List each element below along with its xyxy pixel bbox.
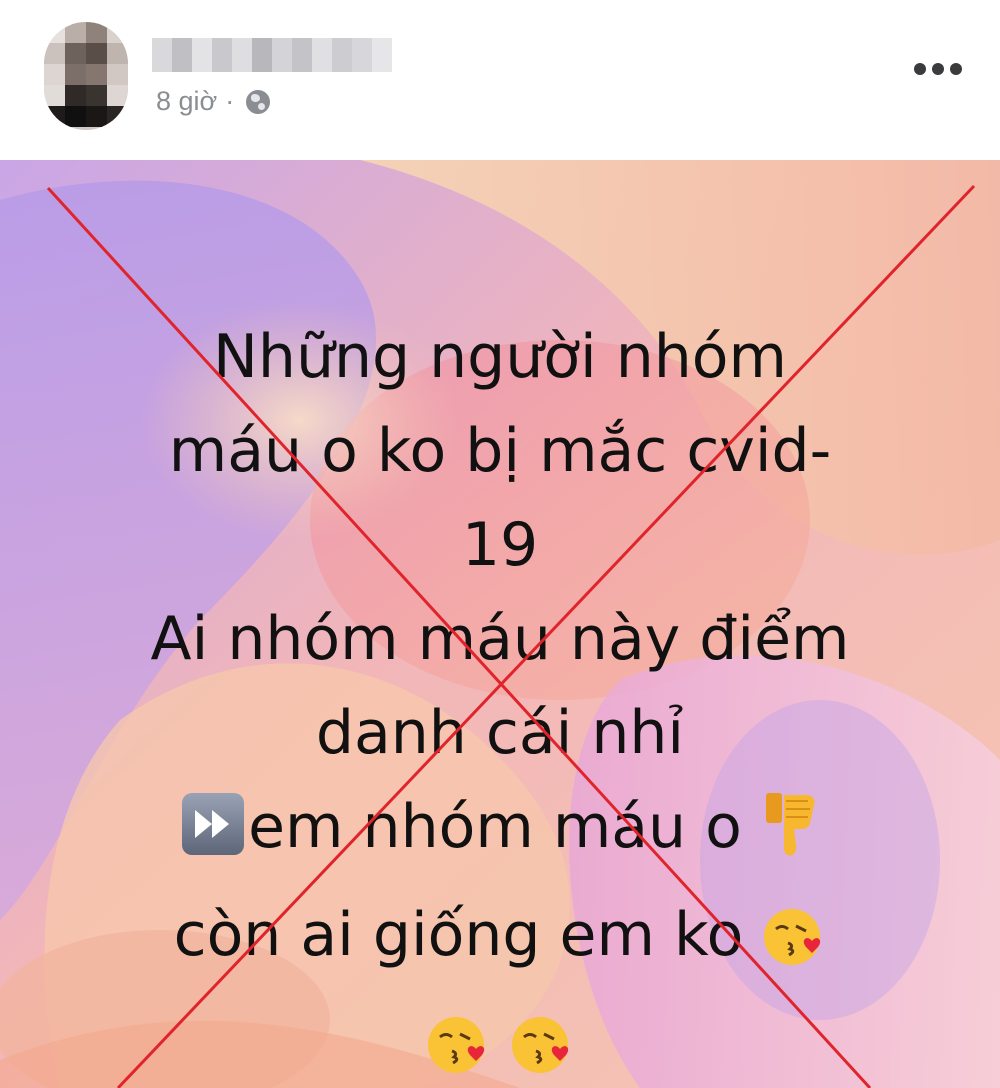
- meta-separator: ·: [225, 86, 235, 116]
- status-line-4: Ai nhóm máu này điểm: [150, 604, 850, 674]
- status-line-3: 19: [461, 510, 539, 580]
- kissing-face-icon: [426, 1010, 490, 1088]
- status-line-8: [60, 996, 940, 1088]
- status-text: Những người nhóm máu o ko bị mắc cvid- 1…: [60, 310, 940, 1088]
- status-line-7-text: còn ai giống em ko: [173, 900, 744, 970]
- status-line-1: Những người nhóm: [213, 322, 787, 392]
- status-line-7: còn ai giống em ko: [60, 888, 940, 996]
- facebook-post: 8 giờ · Những người nhóm máu o ko bị mắc…: [0, 0, 1000, 1088]
- more-options-icon[interactable]: [914, 62, 962, 76]
- thumbs-down-icon: [764, 791, 818, 888]
- post-image[interactable]: Những người nhóm máu o ko bị mắc cvid- 1…: [0, 160, 1000, 1088]
- post-timestamp[interactable]: 8 giờ: [156, 86, 217, 117]
- avatar[interactable]: [44, 22, 128, 130]
- status-line-6-text: em nhóm máu o: [248, 792, 742, 862]
- post-header: 8 giờ ·: [0, 0, 1000, 160]
- status-line-2: máu o ko bị mắc cvid-: [168, 416, 832, 486]
- kissing-face-icon: [762, 902, 826, 996]
- kissing-face-icon: [510, 1010, 574, 1088]
- fast-forward-icon: [182, 793, 245, 855]
- globe-icon: [246, 89, 271, 114]
- post-meta: 8 giờ ·: [156, 86, 271, 117]
- status-line-5: danh cái nhỉ: [315, 698, 685, 768]
- author-name-blurred[interactable]: [152, 38, 392, 72]
- status-line-6: em nhóm máu o: [60, 780, 940, 888]
